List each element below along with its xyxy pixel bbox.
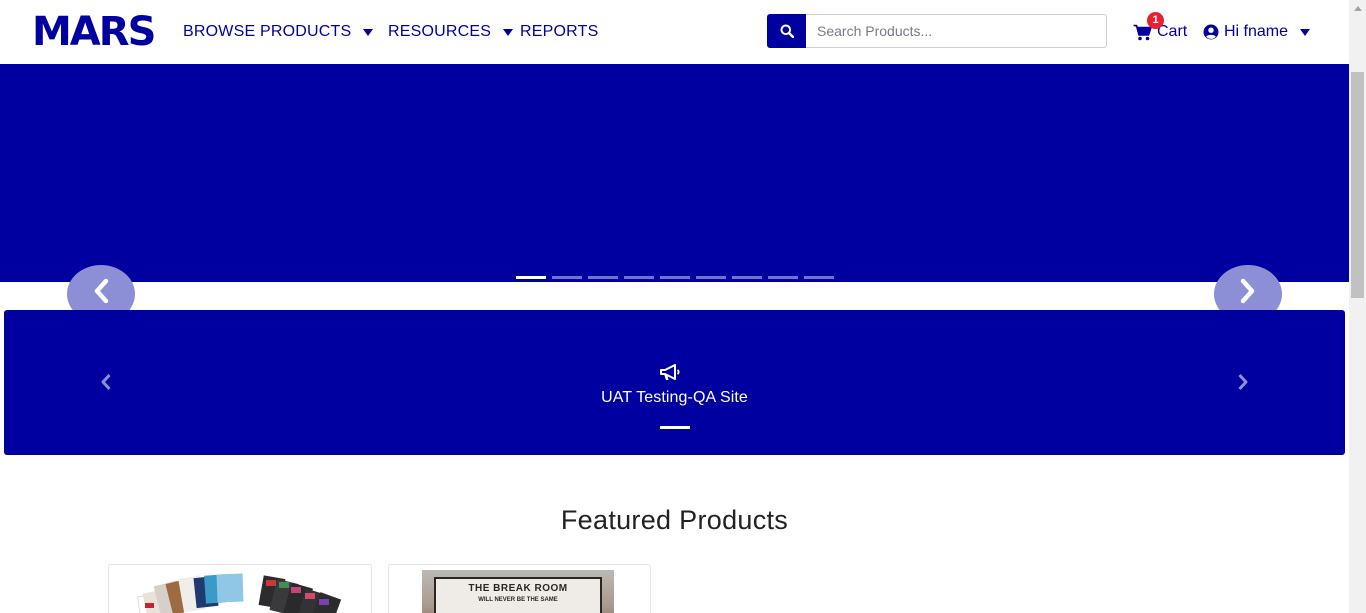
carousel-indicator-7[interactable]: [732, 276, 762, 279]
announcement-banner: UAT Testing-QA Site: [4, 310, 1345, 455]
search-icon: [780, 24, 794, 38]
site-header: MARS BROWSE PRODUCTS RESOURCES REPORTS 1…: [0, 0, 1349, 64]
carousel-indicator-4[interactable]: [624, 276, 654, 279]
announcement-indicator[interactable]: [660, 426, 690, 429]
bullhorn-icon: [660, 364, 680, 380]
carousel-indicator-5[interactable]: [660, 276, 690, 279]
caret-down-icon: [1300, 28, 1311, 36]
search-input[interactable]: [806, 14, 1107, 48]
product-card[interactable]: THE BREAK ROOM WILL NEVER BE THE SAME: [388, 564, 651, 613]
carousel-indicator-1[interactable]: [516, 276, 546, 279]
scrollbar-thumb[interactable]: [1351, 72, 1364, 298]
caret-down-icon: [363, 28, 374, 36]
cart-count-badge: 1: [1147, 12, 1164, 29]
break-room-sign-image: THE BREAK ROOM WILL NEVER BE THE SAME: [422, 570, 614, 613]
carousel-indicator-8[interactable]: [768, 276, 798, 279]
break-room-sign-subtext: WILL NEVER BE THE SAME: [478, 597, 558, 603]
scroll-up-button[interactable]: [1349, 0, 1366, 17]
nav-browse-products-label: BROWSE PRODUCTS: [183, 23, 352, 40]
user-menu[interactable]: Hi fname: [1203, 20, 1311, 44]
nav-resources[interactable]: RESOURCES: [388, 20, 514, 44]
caret-down-icon: [503, 28, 514, 36]
nav-reports-label: REPORTS: [520, 23, 599, 40]
user-greeting: Hi fname: [1224, 23, 1289, 40]
chevron-left-icon: [94, 278, 109, 304]
chevron-right-icon: [1240, 278, 1255, 304]
carousel-indicator-2[interactable]: [552, 276, 582, 279]
chevron-right-icon: [1238, 373, 1248, 391]
break-room-sign-text: THE BREAK ROOM: [468, 583, 568, 594]
carousel-indicator-6[interactable]: [696, 276, 726, 279]
carousel-indicators: [516, 276, 834, 279]
hero-carousel: [0, 64, 1349, 282]
announcement-next-button[interactable]: [1233, 370, 1253, 394]
mars-logo[interactable]: MARS: [32, 12, 156, 52]
product-card[interactable]: [108, 564, 372, 613]
featured-products-heading: Featured Products: [560, 505, 789, 535]
product-assortment-image: [137, 573, 342, 613]
nav-browse-products[interactable]: BROWSE PRODUCTS: [183, 20, 374, 44]
announcement-text: UAT Testing-QA Site: [601, 389, 748, 406]
nav-resources-label: RESOURCES: [388, 23, 492, 40]
carousel-indicator-3[interactable]: [588, 276, 618, 279]
page-scrollbar[interactable]: [1349, 0, 1366, 613]
user-circle-icon: [1203, 24, 1219, 40]
search-button[interactable]: [767, 14, 806, 48]
caret-up-icon: [1353, 6, 1362, 11]
carousel-indicator-9[interactable]: [804, 276, 834, 279]
break-room-sign: THE BREAK ROOM WILL NEVER BE THE SAME: [434, 577, 602, 613]
nav-reports[interactable]: REPORTS: [520, 20, 598, 44]
cart-link[interactable]: 1 Cart: [1133, 12, 1187, 44]
